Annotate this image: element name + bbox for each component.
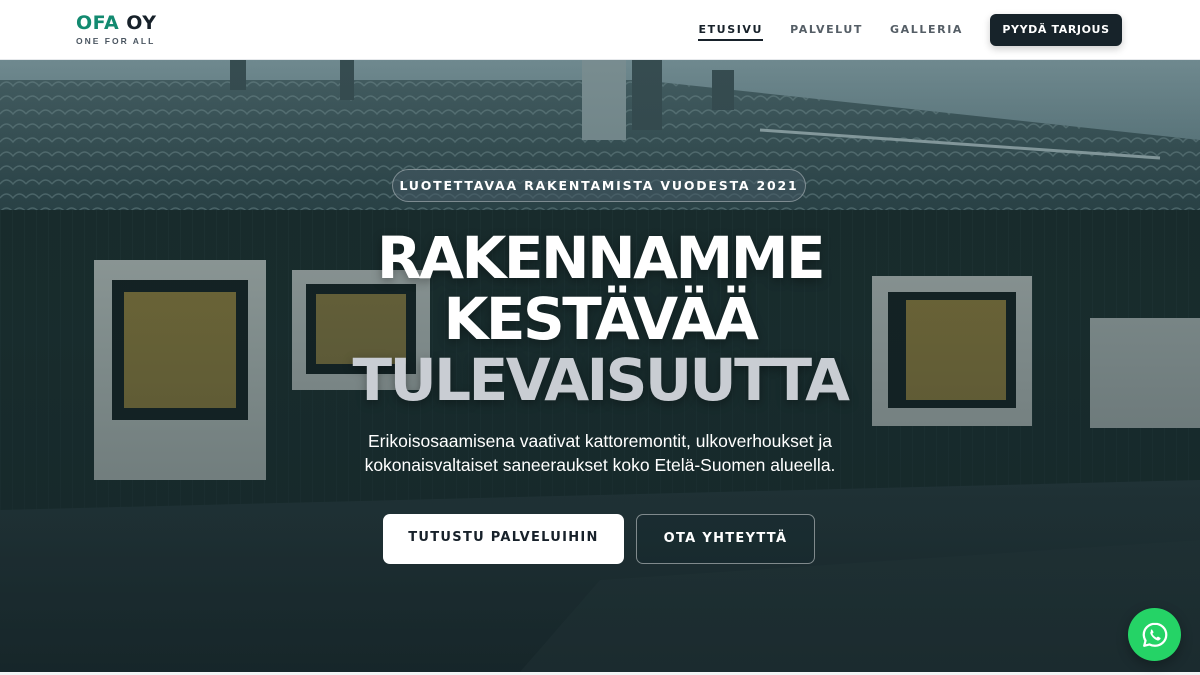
nav-link-palvelut[interactable]: PALVELUT — [790, 14, 863, 46]
nav-link-etusivu[interactable]: ETUSIVU — [698, 14, 763, 46]
hero-description: Erikoisosaamisena vaativat kattoremontit… — [300, 429, 900, 477]
site-header: OFA OY ONE FOR ALL ETUSIVU PALVELUT GALL… — [0, 0, 1200, 60]
explore-services-button[interactable]: TUTUSTU PALVELUIHIN — [383, 514, 624, 564]
contact-button[interactable]: OTA YHTEYTTÄ — [636, 514, 815, 564]
request-quote-button[interactable]: PYYDÄ TARJOUS — [990, 14, 1122, 46]
headline-line-2: KESTÄVÄÄ — [443, 285, 759, 353]
whatsapp-button[interactable] — [1128, 608, 1181, 661]
hero-section: LUOTETTAVAA RAKENTAMISTA VUODESTA 2021 R… — [0, 60, 1200, 672]
hero-headline: RAKENNAMME KESTÄVÄÄ TULEVAISUUTTA — [0, 228, 1200, 411]
whatsapp-icon — [1142, 622, 1167, 647]
logo-wordmark: OFA OY — [76, 12, 157, 34]
since-badge: LUOTETTAVAA RAKENTAMISTA VUODESTA 2021 — [392, 169, 806, 202]
logo-accent-text: OFA — [76, 12, 120, 34]
logo-rest-text: OY — [119, 12, 157, 34]
main-nav: ETUSIVU PALVELUT GALLERIA PYYDÄ TARJOUS — [671, 14, 1122, 46]
nav-link-galleria[interactable]: GALLERIA — [890, 14, 963, 46]
headline-line-3: TULEVAISUUTTA — [352, 346, 850, 414]
headline-line-1: RAKENNAMME — [376, 224, 826, 292]
logo[interactable]: OFA OY ONE FOR ALL — [76, 12, 157, 46]
hero-description-line-1: Erikoisosaamisena vaativat kattoremontit… — [368, 431, 832, 451]
hero-description-line-2: kokonaisvaltaiset saneeraukset koko Etel… — [364, 455, 836, 475]
logo-tagline: ONE FOR ALL — [76, 36, 156, 46]
